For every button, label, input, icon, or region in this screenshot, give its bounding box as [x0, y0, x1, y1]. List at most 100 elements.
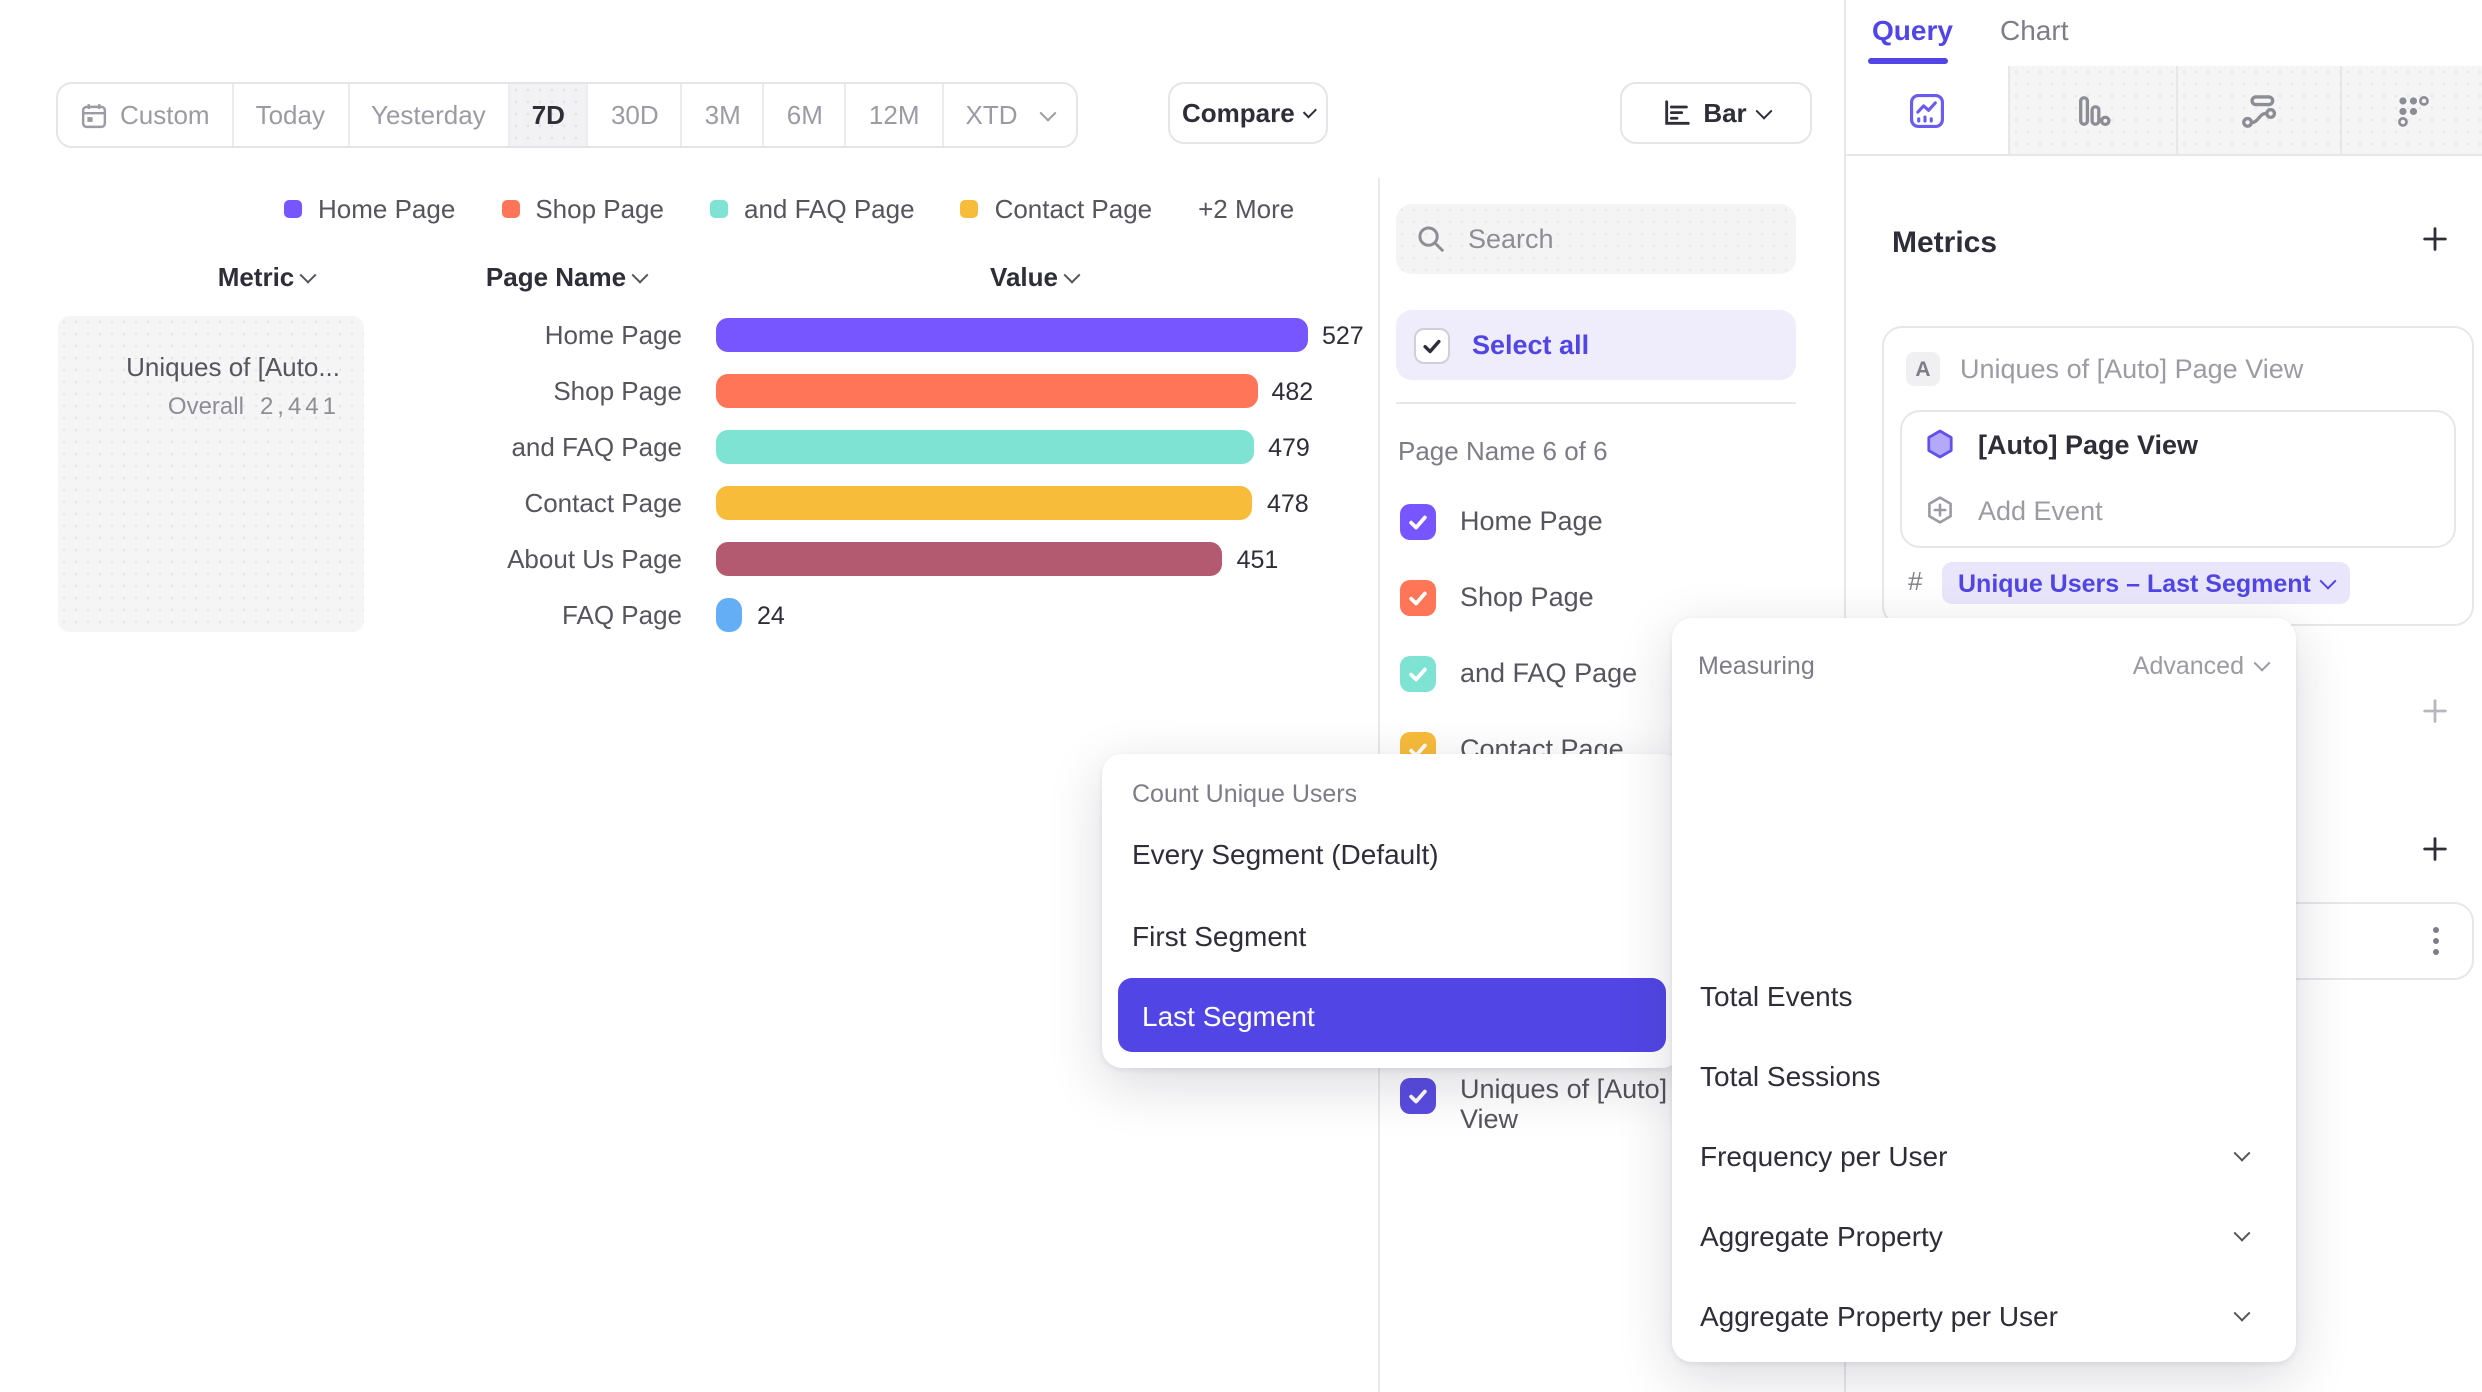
- tab-funnels[interactable]: [2008, 66, 2176, 154]
- date-range-6m[interactable]: 6M: [765, 84, 847, 146]
- bar-chart-icon: [1661, 98, 1691, 128]
- filter-item-and-faq-page[interactable]: and FAQ Page: [1400, 656, 1637, 692]
- tab-row-border: [1844, 154, 2482, 156]
- value-bar[interactable]: [716, 542, 1223, 576]
- value-label: 478: [1267, 489, 1309, 517]
- add-metric-plus-icon[interactable]: [2420, 224, 2450, 254]
- date-range-custom[interactable]: Custom: [58, 84, 234, 146]
- chart-type-button[interactable]: Bar: [1620, 82, 1812, 144]
- chevron-down-icon: [1039, 104, 1056, 121]
- date-range-12m[interactable]: 12M: [847, 84, 944, 146]
- checkbox-checked[interactable]: [1400, 656, 1436, 692]
- chevron-down-icon: [2320, 572, 2337, 589]
- calendar-icon: [80, 101, 108, 129]
- kebab-menu-icon[interactable]: [2432, 926, 2440, 966]
- chevron-down-icon: [2254, 655, 2271, 672]
- value-bar[interactable]: [716, 486, 1253, 520]
- menu-item-aggregate-property[interactable]: Aggregate Property: [1700, 1220, 2268, 1252]
- add-event-row[interactable]: Add Event: [1924, 494, 2103, 526]
- value-bar[interactable]: [716, 374, 1257, 408]
- date-range-yesterday[interactable]: Yesterday: [349, 84, 510, 146]
- tab-query[interactable]: Query: [1872, 14, 1953, 46]
- metrics-section-title: Metrics: [1892, 226, 1997, 260]
- search-icon: [1416, 224, 1446, 254]
- sort-chevron-icon: [1063, 266, 1080, 283]
- value-bar[interactable]: [716, 430, 1254, 464]
- chart-row: About Us Page 451: [288, 542, 1278, 576]
- column-header-metric[interactable]: Metric: [166, 262, 366, 292]
- measure-pill[interactable]: Unique Users – Last Segment: [1942, 562, 2351, 604]
- checkbox-checked[interactable]: [1400, 504, 1436, 540]
- add-filter-plus-icon[interactable]: [2420, 696, 2450, 726]
- row-label: Shop Page: [288, 376, 682, 406]
- menu-item-aggregate-property-per-user[interactable]: Aggregate Property per User: [1700, 1300, 2268, 1332]
- value-bar[interactable]: [716, 598, 743, 632]
- menu-item-last-segment-selected[interactable]: Last Segment: [1118, 978, 1666, 1052]
- chart-row: Shop Page 482: [288, 374, 1313, 408]
- date-range-xtd[interactable]: XTD: [944, 84, 1076, 146]
- tab-retention[interactable]: [2340, 66, 2482, 154]
- legend-item[interactable]: and FAQ Page: [710, 194, 915, 224]
- overall-label: Overall: [168, 392, 244, 420]
- date-range-today[interactable]: Today: [234, 84, 349, 146]
- value-bar[interactable]: [716, 318, 1308, 352]
- chart-row: and FAQ Page 479: [288, 430, 1310, 464]
- legend-item[interactable]: Home Page: [284, 194, 455, 224]
- legend-item[interactable]: Shop Page: [501, 194, 664, 224]
- legend-item[interactable]: Contact Page: [961, 194, 1153, 224]
- menu-item-total-events[interactable]: Total Events: [1700, 980, 1853, 1012]
- legend-swatch: [284, 200, 302, 218]
- metric-card-label: Uniques of [Auto] Page View: [1960, 354, 2303, 384]
- date-range-7d[interactable]: 7D: [510, 84, 589, 146]
- value-label: 527: [1322, 321, 1364, 349]
- column-header-page-name[interactable]: Page Name: [466, 262, 666, 292]
- date-range-30d[interactable]: 30D: [589, 84, 683, 146]
- legend-more[interactable]: +2 More: [1198, 194, 1294, 224]
- date-range-3m[interactable]: 3M: [683, 84, 765, 146]
- compare-button[interactable]: Compare: [1168, 82, 1328, 144]
- row-label: Home Page: [288, 320, 682, 350]
- chart-legend: Home Page Shop Page and FAQ Page Contact…: [284, 194, 1294, 224]
- filter-item-home-page[interactable]: Home Page: [1400, 504, 1603, 540]
- add-event-icon: [1924, 494, 1956, 526]
- event-label: [Auto] Page View: [1978, 429, 2198, 459]
- tab-chart[interactable]: Chart: [2000, 14, 2068, 46]
- chart-row: FAQ Page 24: [288, 598, 785, 632]
- sort-chevron-icon: [300, 266, 317, 283]
- menu-item-every-segment[interactable]: Every Segment (Default): [1132, 838, 1439, 870]
- add-breakdown-plus-icon[interactable]: [2420, 834, 2450, 864]
- select-all-checkbox[interactable]: [1414, 327, 1450, 363]
- menu-item-frequency-per-user[interactable]: Frequency per User: [1700, 1140, 2268, 1172]
- insights-chart-icon: [1908, 91, 1946, 129]
- tab-flows[interactable]: [2176, 66, 2340, 154]
- chevron-down-icon: [2234, 1225, 2251, 1242]
- advanced-toggle[interactable]: Advanced: [2133, 652, 2268, 680]
- checkbox-checked[interactable]: [1400, 580, 1436, 616]
- row-label: About Us Page: [288, 544, 682, 574]
- search-input[interactable]: [1464, 222, 1752, 256]
- metric-cell[interactable]: Uniques of [Auto... Overall2,441: [58, 316, 364, 632]
- measuring-menu-title: Measuring: [1698, 652, 1815, 680]
- measuring-menu: Measuring Advanced Unique Users Interval…: [1672, 618, 2296, 1362]
- list-divider: [1396, 402, 1796, 404]
- metric-letter-badge: A: [1906, 352, 1940, 386]
- checkbox-checked[interactable]: [1400, 1078, 1436, 1114]
- date-range-group: Custom Today Yesterday 7D 30D 3M 6M 12M …: [56, 82, 1078, 148]
- event-hexagon-icon: [1924, 428, 1956, 460]
- event-row[interactable]: [Auto] Page View: [1924, 428, 2198, 460]
- column-header-value[interactable]: Value: [934, 262, 1134, 292]
- flows-icon: [2240, 91, 2278, 129]
- insights-report: Custom Today Yesterday 7D 30D 3M 6M 12M …: [0, 0, 2482, 1392]
- tab-insights[interactable]: [1846, 66, 2008, 154]
- value-label: 482: [1271, 377, 1313, 405]
- list-count-label: Page Name 6 of 6: [1398, 436, 1608, 466]
- value-label: 24: [757, 601, 785, 629]
- menu-item-first-segment[interactable]: First Segment: [1132, 920, 1306, 952]
- sort-chevron-icon: [632, 266, 649, 283]
- chevron-down-icon: [2234, 1305, 2251, 1322]
- filter-item-shop-page[interactable]: Shop Page: [1400, 580, 1594, 616]
- menu-item-total-sessions[interactable]: Total Sessions: [1700, 1060, 1881, 1092]
- select-all-row[interactable]: Select all: [1396, 310, 1796, 380]
- metric-card-header[interactable]: A Uniques of [Auto] Page View: [1906, 352, 2303, 386]
- search-box: [1396, 204, 1796, 274]
